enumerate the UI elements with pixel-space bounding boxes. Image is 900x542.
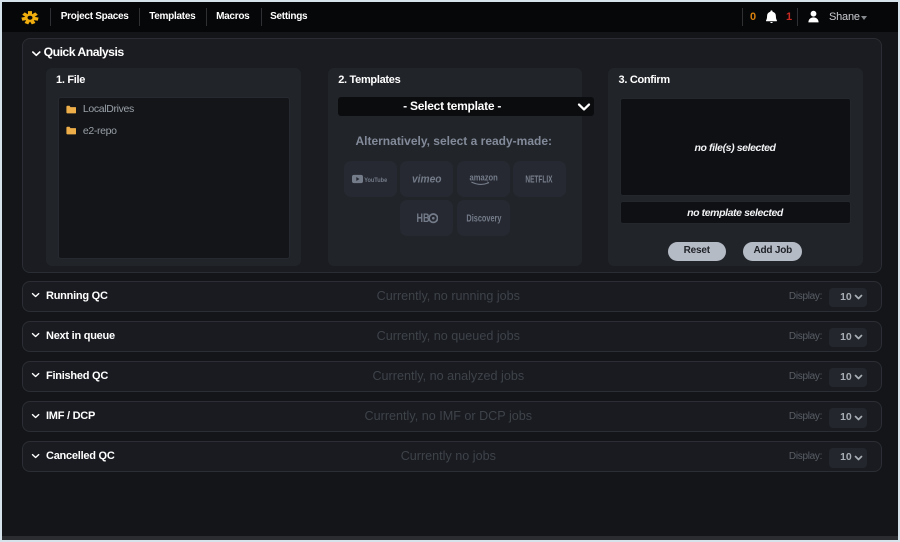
svg-text:YouTube: YouTube <box>364 176 387 183</box>
svg-text:vimeo: vimeo <box>412 173 442 185</box>
svg-text:Discovery: Discovery <box>466 214 501 225</box>
svg-text:amazon: amazon <box>469 172 497 182</box>
svg-text:NETFLIX: NETFLIX <box>525 174 552 183</box>
svg-text:HB: HB <box>416 214 429 225</box>
